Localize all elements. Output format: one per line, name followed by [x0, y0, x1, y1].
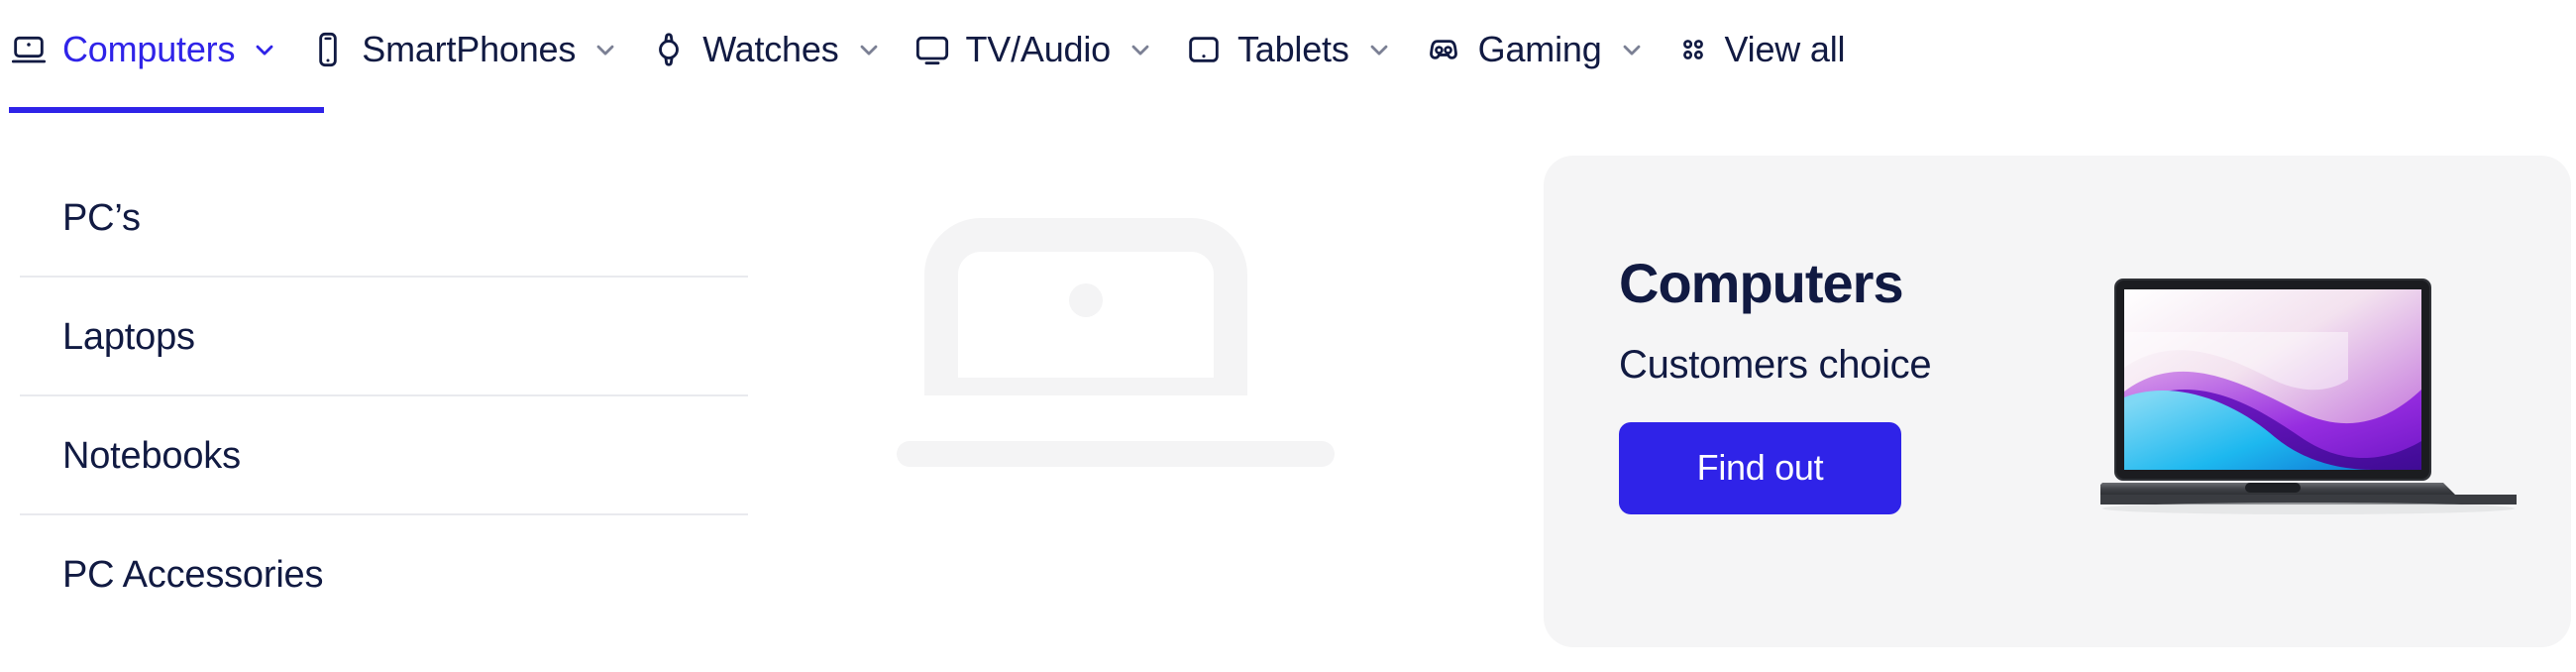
chevron-down-icon[interactable] — [855, 36, 883, 63]
nav-tab-label: Gaming — [1477, 29, 1602, 69]
macbook-laptop-image — [2089, 273, 2528, 530]
active-tab-underline — [9, 107, 324, 113]
subcategory-label: Notebooks — [62, 435, 241, 477]
subcategory-label: Laptops — [62, 316, 195, 358]
nav-tab-watches[interactable]: Watches — [649, 0, 912, 99]
phone-icon — [308, 30, 348, 69]
subcategory-item-pc-accessories[interactable]: PC Accessories — [0, 515, 773, 634]
nav-tab-computers[interactable]: Computers — [9, 0, 308, 99]
nav-tab-label: Tablets — [1236, 29, 1349, 69]
chevron-down-icon[interactable] — [251, 36, 278, 63]
nav-tab-label: SmartPhones — [362, 29, 577, 69]
chevron-down-icon[interactable] — [1618, 36, 1646, 63]
subcategory-item-notebooks[interactable]: Notebooks — [0, 396, 773, 515]
subcategory-item-pcs[interactable]: PC’s — [0, 159, 773, 278]
nav-tab-label: Watches — [702, 29, 839, 69]
nav-tab-view-all[interactable]: View all — [1675, 0, 1846, 99]
chevron-down-icon[interactable] — [1365, 36, 1393, 63]
subcategory-item-laptops[interactable]: Laptops — [0, 278, 773, 396]
nav-tab-tablets[interactable]: Tablets — [1184, 0, 1423, 99]
find-out-button[interactable]: Find out — [1619, 421, 1901, 514]
subcategory-list: PC’s Laptops Notebooks PC Accessories — [0, 159, 773, 634]
promo-text-block: Computers Customers choice Find out — [1619, 252, 2134, 514]
gamepad-icon — [1423, 29, 1464, 70]
subcategory-label: PC’s — [62, 197, 141, 239]
nav-tab-smartphones[interactable]: SmartPhones — [308, 0, 649, 99]
tablet-icon — [1184, 30, 1224, 69]
tv-icon — [912, 30, 952, 69]
watch-icon — [649, 30, 689, 69]
category-nav: Computers SmartPhones Watches TV/Audio T… — [0, 0, 2576, 113]
subcategory-label: PC Accessories — [62, 554, 324, 596]
nav-tab-tv-audio[interactable]: TV/Audio — [912, 0, 1184, 99]
promo-subtitle: Customers choice — [1619, 342, 1932, 387]
promo-card: Computers Customers choice Find out — [1544, 156, 2571, 647]
promo-title: Computers — [1619, 252, 1904, 314]
laptop-icon — [9, 30, 49, 69]
chevron-down-icon[interactable] — [1127, 36, 1154, 63]
chevron-down-icon[interactable] — [591, 36, 619, 63]
nav-tab-gaming[interactable]: Gaming — [1423, 0, 1675, 99]
nav-tab-label: Computers — [62, 29, 236, 69]
nav-tab-label: View all — [1724, 29, 1846, 69]
nav-tab-label: TV/Audio — [965, 29, 1112, 69]
laptop-placeholder-icon — [897, 193, 1372, 545]
grid-dots-icon — [1675, 32, 1711, 67]
mega-menu-page: Computers SmartPhones Watches TV/Audio T… — [0, 0, 2576, 672]
